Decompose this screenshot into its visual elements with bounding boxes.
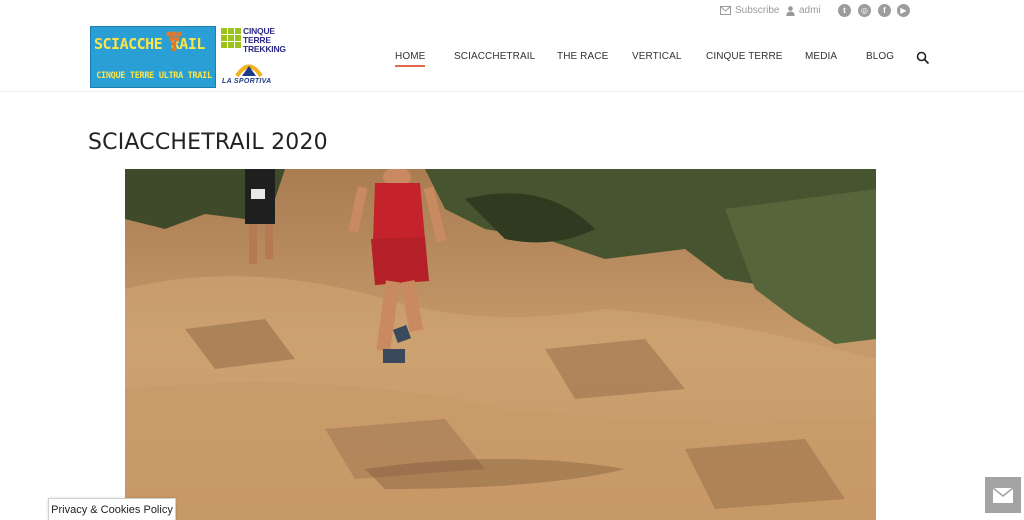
- search-icon: [916, 51, 930, 65]
- search-button[interactable]: [916, 51, 930, 65]
- nav-item-home[interactable]: HOME: [395, 51, 426, 67]
- facebook-icon[interactable]: f: [878, 4, 891, 17]
- logo-subtitle: CINQUE TERRE ULTRA TRAIL: [96, 71, 212, 81]
- la-sportiva-logo-mark: [235, 64, 263, 77]
- grapes-icon: [166, 31, 182, 52]
- envelope-icon: [993, 487, 1013, 503]
- partner-logos: CINQUE TERRE TREKKING LA SPORTIVA: [220, 27, 286, 89]
- subscribe-link[interactable]: Subscribe: [720, 5, 779, 16]
- nav-item-vertical[interactable]: VERTICAL: [632, 51, 682, 62]
- top-bar: Subscribe admi t ◎ f ▶: [0, 0, 1024, 24]
- nav-item-sciacchetrail[interactable]: SCIACCHETRAIL: [454, 51, 535, 62]
- envelope-icon: [720, 6, 731, 15]
- page-title: SCIACCHETRAIL 2020: [88, 130, 328, 155]
- user-link[interactable]: admi: [786, 5, 821, 16]
- privacy-cookies-button[interactable]: Privacy & Cookies Policy: [48, 498, 176, 520]
- cinque-terre-trekking-text: CINQUE TERRE TREKKING: [243, 26, 286, 54]
- twitter-icon[interactable]: t: [838, 4, 851, 17]
- contact-button[interactable]: [985, 477, 1021, 513]
- hero-image: [125, 169, 876, 520]
- user-label: admi: [799, 5, 821, 16]
- user-icon: [786, 5, 795, 16]
- cinque-terre-trekking-logo: [221, 28, 241, 50]
- trail-runners-photo: [125, 169, 876, 520]
- nav-item-media[interactable]: MEDIA: [805, 51, 837, 62]
- subscribe-label: Subscribe: [735, 5, 780, 16]
- instagram-icon[interactable]: ◎: [858, 4, 871, 17]
- la-sportiva-text: LA SPORTIVA: [222, 78, 272, 85]
- nav-item-the-race[interactable]: THE RACE: [557, 51, 608, 62]
- header-divider: [0, 91, 1024, 92]
- nav-item-cinque-terre[interactable]: CINQUE TERRE: [706, 51, 783, 62]
- logo-title: SCIACCHE RAIL: [94, 35, 205, 53]
- site-logo[interactable]: SCIACCHE RAIL CINQUE TERRE ULTRA TRAIL: [90, 26, 216, 88]
- youtube-icon[interactable]: ▶: [897, 4, 910, 17]
- nav-item-blog[interactable]: BLOG: [866, 51, 894, 62]
